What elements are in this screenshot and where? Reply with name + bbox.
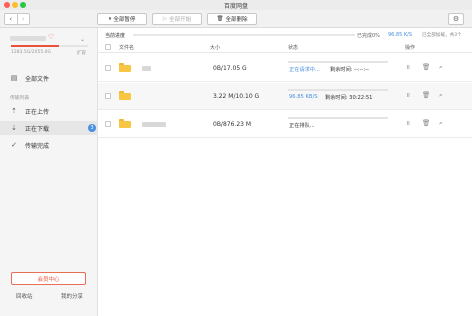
status-text: 正在排队... [289, 123, 315, 129]
pause-icon[interactable]: ॥ [406, 92, 410, 99]
file-size: 0B/17.05 G [213, 65, 247, 72]
sidebar-item-label: 全部文件 [25, 75, 50, 83]
gear-icon: ⚙ [452, 15, 460, 23]
trash-icon[interactable]: 🗑 [422, 92, 430, 99]
column-ops: 操作 [405, 45, 416, 51]
search-icon[interactable]: ⌕ [439, 64, 443, 71]
main-panel: 当前进度 已完成0% 96.85 K/S 已全部加载，共3个 文件名 大小 状态… [98, 28, 472, 316]
toolbar: ‹ › ⏸ 全部暂停 ▷ 全部开始 🗑 全部删除 ⚙ [0, 10, 472, 28]
column-size: 大小 [210, 45, 221, 51]
trash-icon: 🗑 [216, 16, 224, 22]
storage-text: 1283.5G/2055.0G [11, 50, 51, 55]
row-checkbox[interactable] [105, 65, 111, 71]
table-row[interactable]: 3.22 M/10.10 G 96.85 KB/S 剩余时间: 30:22:51… [98, 83, 472, 110]
filename-redacted [142, 66, 151, 71]
start-all-label: 全部开始 [169, 17, 192, 23]
progress-bar [288, 117, 388, 119]
my-share-link[interactable]: 我的分享 [61, 292, 83, 300]
vip-center-button[interactable]: 会员中心 [11, 272, 86, 285]
table-row[interactable]: 0B/17.05 G 正在请求中... 剩余时间: --:--:-- ॥ 🗑 ⌕ [98, 55, 472, 82]
progress-bar [288, 61, 388, 63]
sidebar-item-completed[interactable]: ✓ 传输完成 [0, 138, 97, 152]
loaded-note: 已全部加载，共3个 [422, 33, 462, 38]
back-button[interactable]: ‹ [5, 14, 17, 24]
app-window: 百度网盘 ‹ › ⏸ 全部暂停 ▷ 全部开始 🗑 全部删除 ⚙ ♡ ⌄ 1283… [0, 0, 472, 316]
upload-icon: ⇡ [11, 107, 17, 115]
progress-bar [288, 89, 388, 91]
pause-icon: ⏸ [108, 15, 112, 22]
nav-buttons: ‹ › [4, 13, 30, 25]
filename-redacted [142, 122, 166, 127]
search-icon[interactable]: ⌕ [439, 120, 443, 127]
settings-button[interactable]: ⚙ [448, 13, 464, 25]
forward-button[interactable]: › [16, 14, 30, 24]
window-title: 百度网盘 [223, 3, 248, 10]
download-count-badge: 3 [88, 124, 96, 132]
sidebar-item-label: 正在下载 [25, 125, 50, 133]
folder-icon [119, 91, 131, 100]
status-text: 正在请求中... [289, 67, 320, 73]
table-header: 文件名 大小 状态 操作 [98, 43, 472, 53]
overall-speed: 96.85 K/S [388, 32, 413, 38]
play-icon: ▷ [162, 16, 168, 22]
storage-bar [11, 45, 88, 47]
title-bar: 百度网盘 [0, 0, 472, 10]
expand-link[interactable]: 扩容 [77, 50, 86, 56]
sidebar-item-downloading[interactable]: ⇣ 正在下载 3 [0, 121, 97, 135]
sidebar: ♡ ⌄ 1283.5G/2055.0G 扩容 ▤ 全部文件 传输列表 ⇡ 正在上… [0, 28, 98, 316]
file-size: 0B/876.23 M [213, 121, 252, 128]
file-size: 3.22 M/10.10 G [213, 93, 260, 100]
column-name: 文件名 [119, 45, 135, 51]
remaining-time: 剩余时间: --:--:-- [330, 67, 369, 73]
sidebar-item-label: 正在上传 [25, 108, 50, 116]
overall-progress-bar [133, 34, 355, 36]
sidebar-item-uploading[interactable]: ⇡ 正在上传 [0, 104, 97, 118]
sidebar-item-all-files[interactable]: ▤ 全部文件 [0, 71, 97, 85]
pause-all-button[interactable]: ⏸ 全部暂停 [97, 13, 147, 25]
download-icon: ⇣ [11, 124, 17, 132]
start-all-button[interactable]: ▷ 全部开始 [152, 13, 202, 25]
row-checkbox[interactable] [105, 121, 111, 127]
status-text: 96.85 KB/S [289, 94, 318, 100]
table-row[interactable]: 0B/876.23 M 正在排队... ॥ 🗑 ⌕ [98, 111, 472, 138]
sidebar-item-label: 传输完成 [25, 142, 50, 150]
chevron-left-icon: ‹ [9, 14, 13, 23]
heart-icon: ♡ [48, 33, 55, 41]
storage-fill [11, 45, 60, 47]
file-icon: ▤ [10, 74, 18, 82]
remaining-time: 剩余时间: 30:22:51 [325, 95, 373, 101]
row-checkbox[interactable] [105, 93, 111, 99]
column-status: 状态 [288, 45, 299, 51]
overall-progress-label: 当前进度 [105, 33, 126, 39]
transfer-section-title: 传输列表 [10, 96, 30, 101]
username-redacted [10, 36, 46, 41]
overall-done-text: 已完成0% [357, 33, 380, 39]
trash-link[interactable]: 回收站 [16, 292, 33, 300]
pause-icon[interactable]: ॥ [406, 64, 410, 71]
search-icon[interactable]: ⌕ [439, 92, 443, 99]
pause-icon[interactable]: ॥ [406, 120, 410, 127]
check-circle-icon: ✓ [11, 141, 17, 149]
delete-all-label: 全部删除 [225, 17, 248, 23]
delete-all-button[interactable]: 🗑 全部删除 [207, 13, 257, 25]
pause-all-label: 全部暂停 [113, 17, 136, 23]
folder-icon [119, 63, 131, 72]
user-profile[interactable]: ♡ [10, 33, 56, 45]
select-all-checkbox[interactable] [105, 44, 111, 50]
trash-icon[interactable]: 🗑 [422, 120, 430, 127]
chevron-right-icon: › [21, 14, 25, 23]
trash-icon[interactable]: 🗑 [422, 64, 430, 71]
folder-icon [119, 119, 131, 128]
chevron-down-icon[interactable]: ⌄ [80, 36, 85, 43]
